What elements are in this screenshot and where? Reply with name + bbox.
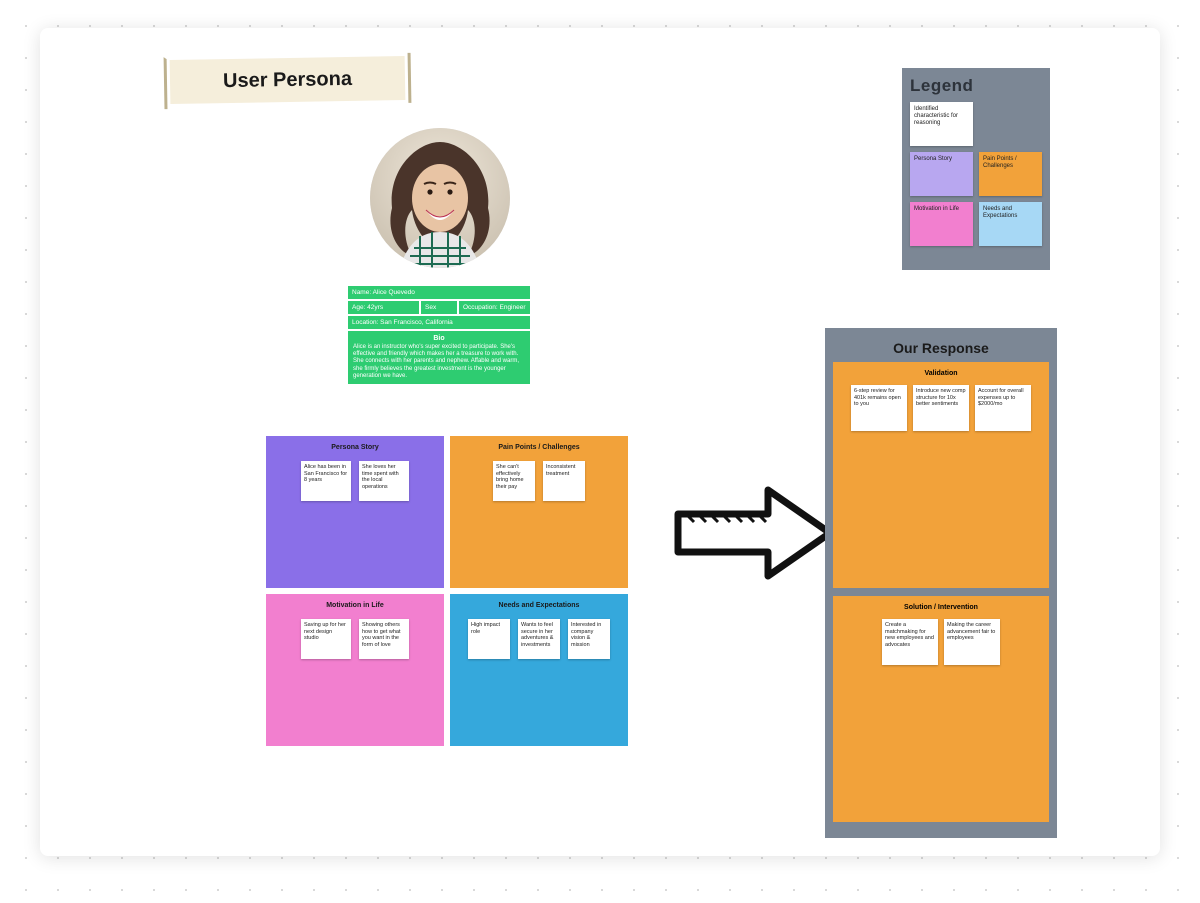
response-title: Our Response [833,340,1049,356]
panel-title-needs: Needs and Expectations [460,602,618,609]
avatar-image [370,128,510,268]
sticky-note[interactable]: Alice has been in San Francisco for 8 ye… [301,461,351,501]
sticky-note[interactable]: Saving up for her next design studio [301,619,351,659]
response-solution[interactable]: Solution / Intervention Create a matchma… [833,596,1049,822]
persona-title-tag[interactable]: User Persona [170,56,406,104]
response-validation[interactable]: Validation 6-step review for 401k remain… [833,362,1049,588]
response-validation-title: Validation [841,370,1041,377]
sticky-note[interactable]: Introduce new comp structure for 10x bet… [913,385,969,431]
panel-persona-story[interactable]: Persona Story Alice has been in San Fran… [266,436,444,588]
info-sex: Sex [421,301,457,314]
info-bio: Bio Alice is an instructor who's super e… [348,331,530,384]
info-name: Name: Alice Quevedo [348,286,530,299]
legend-item-story[interactable]: Persona Story [910,152,973,196]
bio-title: Bio [353,335,525,342]
sticky-note[interactable]: Interested in company vision & mission [568,619,610,659]
response-panel[interactable]: Our Response Validation 6-step review fo… [825,328,1057,838]
panel-needs[interactable]: Needs and Expectations High impact role … [450,594,628,746]
sticky-note[interactable]: She loves her time spent with the local … [359,461,409,501]
sticky-note[interactable]: High impact role [468,619,510,659]
panel-title-story: Persona Story [276,444,434,451]
arrow-icon [670,478,840,588]
legend-item-needs[interactable]: Needs and Expectations [979,202,1042,246]
response-solution-title: Solution / Intervention [841,604,1041,611]
sticky-note[interactable]: Inconsistent treatment [543,461,585,501]
panel-title-pain: Pain Points / Challenges [460,444,618,451]
sticky-note[interactable]: She can't effectively bring home their p… [493,461,535,501]
info-age: Age: 42yrs [348,301,419,314]
panel-title-motivation: Motivation in Life [276,602,434,609]
legend-title: Legend [910,76,1042,96]
sticky-note[interactable]: Making the career advancement fair to em… [944,619,1000,665]
sticky-note[interactable]: Wants to feel secure in her adventures &… [518,619,560,659]
panel-motivation[interactable]: Motivation in Life Saving up for her nex… [266,594,444,746]
legend-item-motivation[interactable]: Motivation in Life [910,202,973,246]
persona-avatar[interactable] [370,128,510,268]
legend-item-identified[interactable]: Identified characteristic for reasoning [910,102,973,146]
info-location: Location: San Francisco, California [348,316,530,329]
sticky-note[interactable]: Showing others how to get what you want … [359,619,409,659]
persona-title-text: User Persona [223,67,352,92]
sticky-note[interactable]: Account for overall expenses up to $2000… [975,385,1031,431]
sticky-note[interactable]: 6-step review for 401k remains open to y… [851,385,907,431]
bio-text: Alice is an instructor who's super excit… [353,344,525,380]
sticky-note[interactable]: Create a matchmaking for new employees a… [882,619,938,665]
whiteboard-canvas[interactable]: User Persona [40,28,1160,856]
legend-panel[interactable]: Legend Identified characteristic for rea… [902,68,1050,270]
info-occupation: Occupation: Engineer [459,301,530,314]
panel-pain-points[interactable]: Pain Points / Challenges She can't effec… [450,436,628,588]
persona-info-block[interactable]: Name: Alice Quevedo Age: 42yrs Sex Occup… [348,286,530,384]
legend-item-pain[interactable]: Pain Points / Challenges [979,152,1042,196]
